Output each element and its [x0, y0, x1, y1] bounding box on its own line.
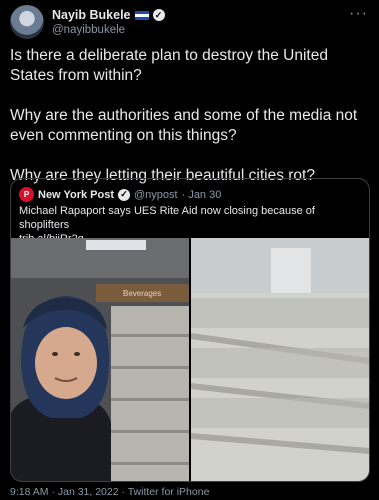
quoted-media: Beverages — [11, 238, 369, 481]
quoted-tweet-header: P New York Post ✓ @nypost · Jan 30 — [19, 187, 221, 202]
more-options-icon[interactable]: ··· — [349, 5, 368, 23]
quoted-body: Michael Rapaport says UES Rite Aid now c… — [19, 205, 315, 231]
nypost-avatar: P — [19, 187, 34, 202]
author-names: Nayib Bukele ✓ @nayibbukele — [52, 8, 165, 36]
verified-badge-icon: ✓ — [118, 188, 131, 201]
author-name-row: Nayib Bukele ✓ — [52, 8, 165, 22]
empty-shelves-illustration — [191, 238, 369, 481]
quoted-date: · Jan 30 — [181, 188, 222, 201]
tweet-paragraph-1: Is there a deliberate plan to destroy th… — [10, 47, 328, 84]
media-image-selfie[interactable]: Beverages — [11, 238, 189, 481]
tweet-header: Nayib Bukele ✓ @nayibbukele ··· — [10, 5, 370, 41]
verified-badge-icon: ✓ — [152, 9, 165, 21]
tweet-timestamp[interactable]: 9:18 AM · Jan 31, 2022 · Twitter for iPh… — [10, 486, 209, 498]
author-name[interactable]: Nayib Bukele — [52, 8, 131, 22]
store-selfie-illustration: Beverages — [11, 238, 189, 481]
author-handle[interactable]: @nayibbukele — [52, 24, 165, 36]
media-image-empty-shelves[interactable] — [191, 238, 369, 481]
quoted-author-handle: @nypost — [134, 188, 178, 201]
quoted-author-name: New York Post — [38, 188, 115, 201]
author-avatar[interactable] — [10, 5, 44, 39]
beverages-sign: Beverages — [123, 289, 161, 298]
tweet-paragraph-2: Why are the authorities and some of the … — [10, 107, 358, 144]
quoted-tweet[interactable]: P New York Post ✓ @nypost · Jan 30 Micha… — [10, 178, 370, 482]
el-salvador-flag-icon — [134, 10, 149, 20]
